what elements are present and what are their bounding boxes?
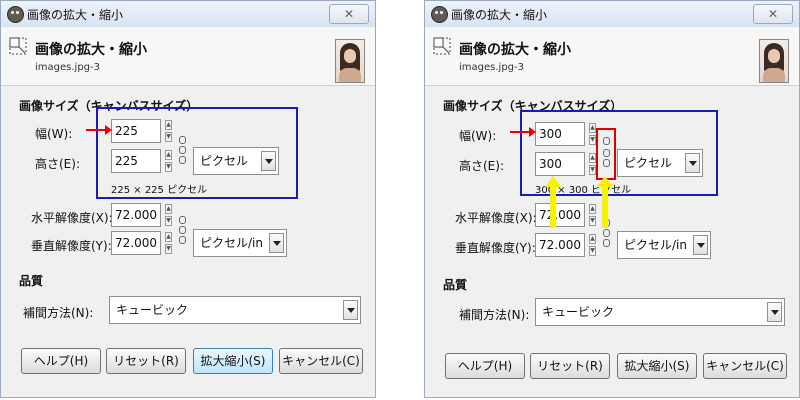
dropdown-arrow-icon[interactable] (767, 302, 782, 322)
spin-arrows-icon[interactable]: ▲ ▼ (589, 204, 596, 226)
height-label: 高さ(E): (35, 157, 80, 171)
height-label: 高さ(E): (459, 159, 504, 173)
interpolation-select[interactable]: キュービック (109, 296, 361, 324)
cancel-button[interactable]: キャンセル(C) (703, 353, 787, 379)
xres-label: 水平解像度(X): (455, 211, 537, 225)
xres-label: 水平解像度(X): (31, 211, 113, 225)
header-title: 画像の拡大・縮小 (459, 42, 571, 58)
dropdown-arrow-icon[interactable] (343, 300, 358, 320)
section-quality: 品質 (19, 274, 44, 288)
dialog-header: 画像の拡大・縮小 images.jpg-3 (425, 27, 799, 86)
close-icon[interactable]: ✕ (329, 4, 369, 24)
dropdown-arrow-icon[interactable] (269, 233, 284, 253)
yres-label: 垂直解像度(Y): (31, 239, 112, 253)
scale-button[interactable]: 拡大縮小(S) (617, 353, 697, 379)
width-label: 幅(W): (35, 127, 73, 141)
yres-input[interactable]: 72.000 (535, 233, 585, 257)
interpolation-label: 補間方法(N): (459, 308, 530, 322)
dropdown-arrow-icon[interactable] (693, 235, 708, 255)
help-button[interactable]: ヘルプ(H) (21, 348, 101, 374)
annotation-red-arrow (86, 125, 112, 135)
scale-icon (9, 37, 27, 55)
spin-arrows-icon[interactable]: ▲ ▼ (165, 232, 172, 254)
resolution-unit-value: ピクセル/in (624, 238, 687, 252)
help-button[interactable]: ヘルプ(H) (445, 353, 525, 379)
reset-button[interactable]: リセット(R) (530, 353, 610, 379)
interpolation-select[interactable]: キュービック (535, 298, 785, 326)
resolution-unit-select[interactable]: ピクセル/in (617, 231, 711, 259)
chain-linked-icon[interactable] (179, 216, 186, 244)
gimp-icon (431, 6, 448, 23)
resolution-unit-select[interactable]: ピクセル/in (193, 229, 287, 257)
annotation-blue-box (96, 107, 298, 199)
header-subtitle: images.jpg-3 (35, 62, 100, 73)
spin-arrows-icon[interactable]: ▲ ▼ (165, 204, 172, 226)
header-subtitle: images.jpg-3 (459, 62, 524, 73)
resolution-unit-value: ピクセル/in (200, 236, 263, 250)
title-bar: 画像の拡大・縮小 ✕ (1, 1, 375, 28)
yres-label: 垂直解像度(Y): (455, 241, 536, 255)
window-title: 画像の拡大・縮小 (27, 8, 124, 22)
interpolation-value: キュービック (116, 303, 189, 317)
window-title: 画像の拡大・縮小 (451, 8, 548, 22)
image-thumbnail (759, 39, 789, 83)
image-thumbnail (335, 39, 365, 83)
scale-icon (433, 37, 451, 55)
xres-input[interactable]: 72.000 (111, 203, 161, 227)
scale-image-dialog-after: 画像の拡大・縮小 ✕ 画像の拡大・縮小 images.jpg-3 画像サイズ（キ… (424, 0, 800, 398)
gimp-icon (7, 6, 24, 23)
reset-button[interactable]: リセット(R) (106, 348, 186, 374)
annotation-yellow-arrow (545, 176, 561, 228)
xres-input[interactable]: 72.000 (535, 203, 585, 227)
annotation-red-arrow (510, 127, 536, 137)
interpolation-label: 補間方法(N): (23, 306, 94, 320)
yres-input[interactable]: 72.000 (111, 231, 161, 255)
close-icon[interactable]: ✕ (753, 4, 793, 24)
cancel-button[interactable]: キャンセル(C) (279, 348, 363, 374)
interpolation-value: キュービック (542, 305, 615, 319)
title-bar: 画像の拡大・縮小 ✕ (425, 1, 799, 28)
scale-button[interactable]: 拡大縮小(S) (193, 348, 273, 374)
annotation-red-box (596, 128, 616, 180)
dialog-header: 画像の拡大・縮小 images.jpg-3 (1, 27, 375, 86)
section-quality: 品質 (443, 278, 468, 292)
spin-arrows-icon[interactable]: ▲ ▼ (589, 234, 596, 256)
annotation-yellow-arrow (597, 176, 613, 228)
header-title: 画像の拡大・縮小 (35, 42, 147, 58)
scale-image-dialog-before: 画像の拡大・縮小 ✕ 画像の拡大・縮小 images.jpg-3 画像サイズ（キ… (0, 0, 376, 398)
width-label: 幅(W): (459, 129, 497, 143)
